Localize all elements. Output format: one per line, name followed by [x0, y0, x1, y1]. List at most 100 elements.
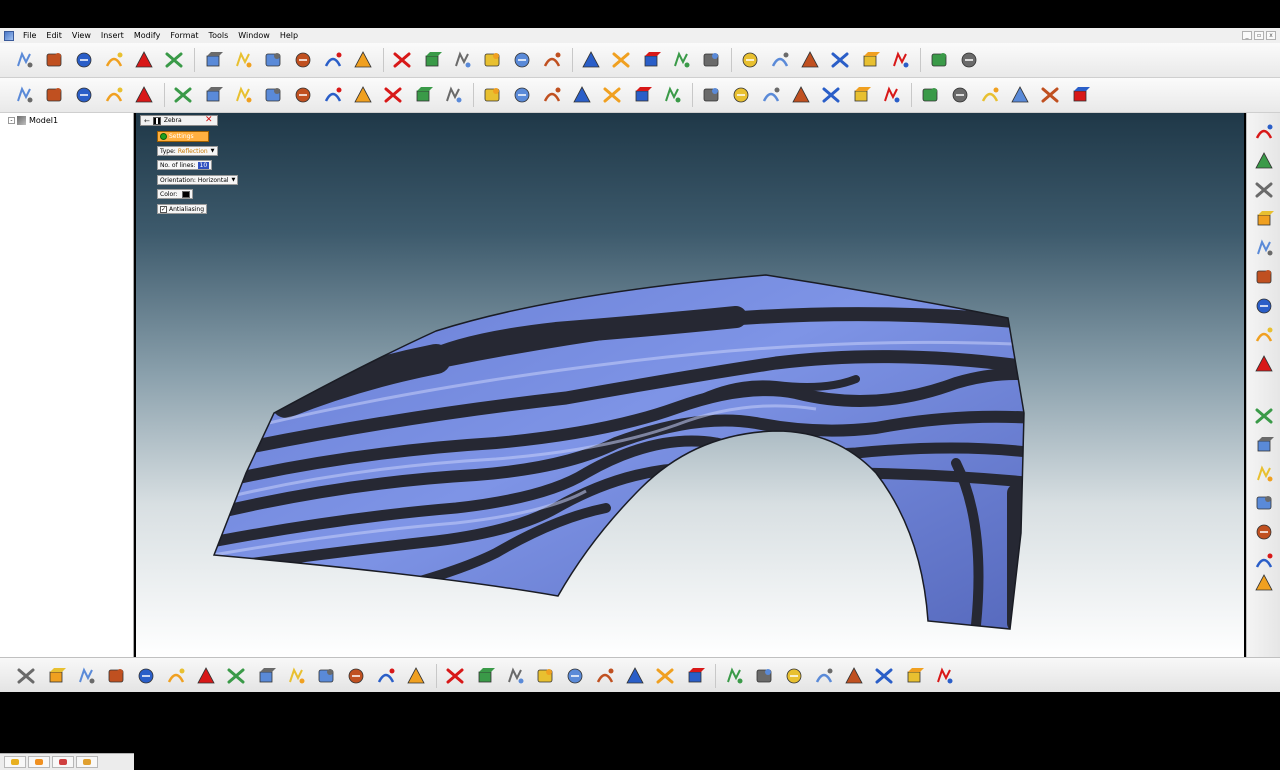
zebra-lines-input[interactable]: No. of lines: 10 [157, 160, 213, 170]
decimate-icon[interactable] [782, 664, 806, 688]
move-icon[interactable] [261, 48, 285, 72]
split-solid-icon[interactable] [284, 664, 308, 688]
check-icon[interactable] [858, 48, 882, 72]
color-swatch[interactable] [181, 190, 190, 198]
checkbox-icon[interactable]: ✓ [160, 205, 167, 213]
extend-curve-icon[interactable] [1253, 179, 1275, 201]
attract-icon[interactable] [1253, 572, 1275, 594]
minimize-icon[interactable]: _ [1242, 31, 1252, 40]
app-logo-icon[interactable] [4, 30, 14, 41]
save-icon[interactable] [72, 48, 96, 72]
texture-icon[interactable] [729, 83, 753, 107]
zebra-type-select[interactable]: Type: Reflection ▼ [157, 146, 218, 156]
close-icon[interactable]: x [1266, 31, 1276, 40]
view-icon[interactable] [879, 83, 903, 107]
new-icon[interactable] [12, 48, 36, 72]
sweep-icon[interactable] [480, 83, 504, 107]
tab-sketch[interactable] [4, 756, 26, 768]
blend-icon[interactable] [639, 48, 663, 72]
menu-modify[interactable]: Modify [129, 28, 166, 43]
box-icon[interactable] [201, 48, 225, 72]
menu-format[interactable]: Format [165, 28, 203, 43]
frame-icon[interactable] [978, 83, 1002, 107]
pen-icon[interactable] [927, 48, 951, 72]
analyze-icon[interactable] [828, 48, 852, 72]
stitch-icon[interactable] [842, 664, 866, 688]
sketch-icon[interactable] [1253, 121, 1275, 143]
heal-icon[interactable] [902, 664, 926, 688]
redo-icon[interactable] [132, 48, 156, 72]
open-icon[interactable] [42, 48, 66, 72]
project-icon[interactable] [291, 83, 315, 107]
extend-icon[interactable] [669, 48, 693, 72]
orbit-icon[interactable] [918, 83, 942, 107]
scale-icon[interactable] [1253, 463, 1275, 485]
close-panel-icon[interactable]: ✕ [205, 116, 214, 125]
point-icon[interactable] [1253, 405, 1275, 427]
select-icon[interactable] [738, 48, 762, 72]
wire-icon[interactable] [480, 48, 504, 72]
menu-file[interactable]: File [18, 28, 41, 43]
cube3-icon[interactable] [1068, 83, 1092, 107]
measure-icon[interactable] [798, 48, 822, 72]
repair-icon[interactable] [812, 664, 836, 688]
fillet-curve-icon[interactable] [1253, 208, 1275, 230]
trim-curve-icon[interactable] [1253, 150, 1275, 172]
intersect-solid-icon[interactable] [404, 664, 428, 688]
blend-curve-icon[interactable] [1253, 237, 1275, 259]
offset-icon[interactable] [231, 83, 255, 107]
fit-icon[interactable] [321, 48, 345, 72]
sweep-solid-icon[interactable] [104, 664, 128, 688]
prism-icon[interactable] [44, 664, 68, 688]
delete-icon[interactable] [579, 48, 603, 72]
subtract-icon[interactable] [374, 664, 398, 688]
mirror-icon[interactable] [351, 83, 375, 107]
help-icon[interactable] [540, 48, 564, 72]
curve-icon[interactable] [12, 83, 36, 107]
cylinder-icon[interactable] [443, 664, 467, 688]
smooth-icon[interactable] [752, 664, 776, 688]
dimension-icon[interactable] [888, 48, 912, 72]
mesh-icon[interactable] [722, 664, 746, 688]
spring-icon[interactable] [623, 664, 647, 688]
arrow-icon[interactable] [261, 83, 285, 107]
zebra-orientation-select[interactable]: Orientation: Horizontal ▼ [157, 175, 239, 185]
align-icon[interactable] [1253, 550, 1275, 572]
extrude-icon[interactable] [14, 664, 38, 688]
tab-layers[interactable] [52, 756, 74, 768]
unstitch-icon[interactable] [872, 664, 896, 688]
tube-icon[interactable] [593, 664, 617, 688]
tree-expander-icon[interactable]: - [8, 117, 15, 124]
surface-icon[interactable] [540, 83, 564, 107]
zebra-color-picker[interactable]: Color: [157, 189, 193, 199]
zebra-surface-render[interactable] [136, 113, 1244, 657]
section-icon[interactable] [948, 83, 972, 107]
undo-icon[interactable] [102, 48, 126, 72]
chamfer-icon[interactable] [224, 664, 248, 688]
shell-icon[interactable] [164, 664, 188, 688]
pipe-icon[interactable] [653, 664, 677, 688]
back-arrow-icon[interactable]: ← [144, 117, 150, 125]
layer-icon[interactable] [789, 83, 813, 107]
spline-icon[interactable] [201, 83, 225, 107]
menu-edit[interactable]: Edit [41, 28, 67, 43]
camera-icon[interactable] [849, 83, 873, 107]
menu-tools[interactable]: Tools [204, 28, 234, 43]
offset-curve-icon[interactable] [1253, 266, 1275, 288]
brush-icon[interactable] [957, 48, 981, 72]
menu-help[interactable]: Help [275, 28, 303, 43]
circle-icon[interactable] [72, 83, 96, 107]
zebra-antialias-checkbox[interactable]: ✓ Antialiasing [157, 204, 208, 214]
zebra-apply-toggle[interactable]: Settings [157, 131, 209, 142]
cube-icon[interactable] [1008, 83, 1032, 107]
cap-solid-icon[interactable] [683, 664, 707, 688]
menu-insert[interactable]: Insert [96, 28, 129, 43]
revolve-icon[interactable] [630, 83, 654, 107]
shade-icon[interactable] [450, 48, 474, 72]
menu-view[interactable]: View [67, 28, 96, 43]
array-icon[interactable] [1253, 521, 1275, 543]
menu-window[interactable]: Window [233, 28, 275, 43]
ellipse-icon[interactable] [321, 83, 345, 107]
lines-value[interactable]: 10 [197, 161, 210, 169]
export-icon[interactable] [932, 664, 956, 688]
